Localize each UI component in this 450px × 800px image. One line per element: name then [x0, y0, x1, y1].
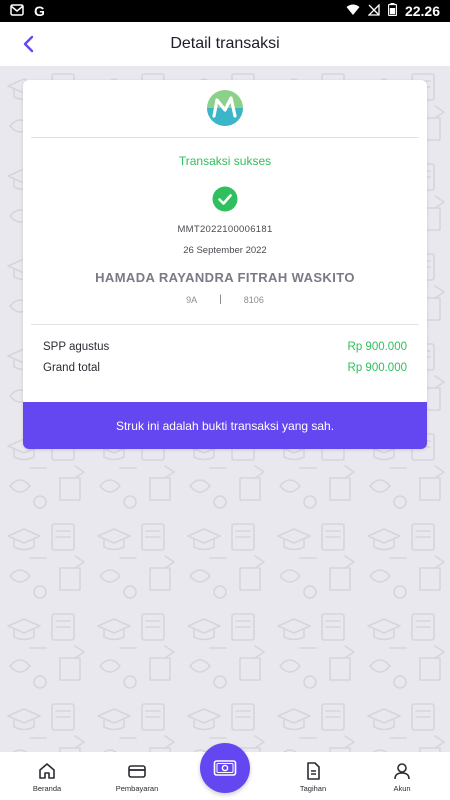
nav-label: Pembayaran [115, 784, 159, 793]
line-item-amount: Rp 900.000 [347, 341, 407, 353]
nav-label: Beranda [32, 784, 62, 793]
page-title: Detail transaksi [170, 35, 280, 52]
nav-item-beranda[interactable]: Beranda [12, 752, 82, 800]
check-circle-icon [212, 186, 238, 212]
transaction-status: Transaksi sukses [178, 154, 272, 168]
status-time: 22.26 [404, 3, 440, 19]
receipt-card: Transaksi sukses MMT2022100006181 26 Sep… [23, 80, 427, 449]
line-item-label: SPP agustus [43, 341, 110, 353]
app-logo [205, 88, 245, 128]
grand-total-amount: Rp 900.000 [347, 362, 407, 374]
status-bar: G 22.26 [0, 0, 450, 22]
student-meta: 9A | 8106 [23, 294, 427, 305]
nav-item-akun[interactable]: Akun [367, 752, 437, 800]
google-icon: G [34, 3, 45, 19]
student-class: 9A [186, 294, 198, 305]
user-icon [394, 763, 410, 780]
grand-total-row: Grand total Rp 900.000 [43, 362, 407, 374]
card-icon [128, 765, 146, 778]
nav-item-tagihan[interactable]: Tagihan [278, 752, 348, 800]
grand-total-label: Grand total [43, 362, 100, 374]
divider [31, 324, 419, 325]
nav-label: Tagihan [299, 784, 327, 793]
student-number: 8106 [243, 294, 264, 305]
app-header: Detail transaksi [0, 22, 450, 66]
transaction-date: 26 September 2022 [183, 245, 267, 256]
no-signal-icon [367, 2, 380, 19]
money-icon [213, 760, 237, 776]
document-icon [307, 762, 320, 780]
pay-fab-button[interactable] [200, 743, 250, 793]
nav-item-pembayaran[interactable]: Pembayaran [102, 752, 172, 800]
notification-icon [10, 4, 24, 18]
home-icon [39, 763, 55, 779]
student-name: HAMADA RAYANDRA FITRAH WASKITO [95, 270, 355, 285]
nav-label: Akun [393, 784, 411, 793]
wifi-icon [346, 4, 360, 19]
meta-separator: | [219, 294, 222, 305]
receipt-footer: Struk ini adalah bukti transaksi yang sa… [23, 402, 427, 449]
transaction-id: MMT2022100006181 [177, 224, 273, 235]
divider [31, 137, 419, 138]
battery-icon [387, 3, 398, 19]
line-item: SPP agustus Rp 900.000 [43, 341, 407, 353]
chevron-left-icon [23, 35, 34, 53]
back-button[interactable] [14, 30, 42, 58]
